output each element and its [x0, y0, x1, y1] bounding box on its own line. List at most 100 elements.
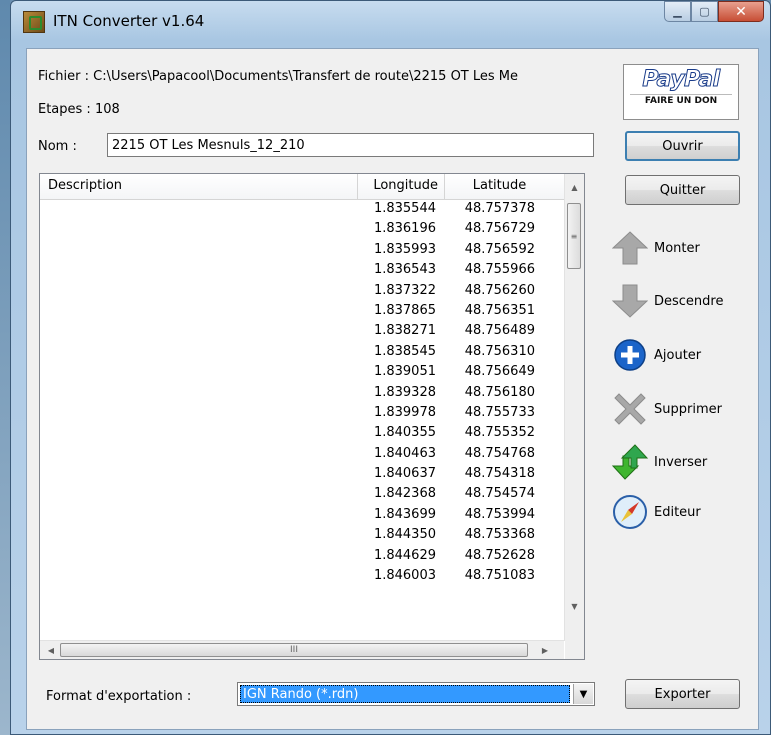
delete-x-icon	[610, 389, 650, 429]
chevron-down-icon[interactable]: ▼	[573, 684, 593, 704]
add-button[interactable]: Ajouter	[610, 332, 701, 378]
table-header: Description Longitude Latitude	[40, 174, 564, 200]
waypoint-table: Description Longitude Latitude 1.835544 4…	[39, 173, 585, 660]
up-arrow-icon	[610, 228, 650, 268]
row-longitude: 1.837865	[373, 302, 436, 318]
row-longitude: 1.842368	[373, 486, 436, 502]
row-latitude: 48.756351	[464, 302, 535, 318]
reverse-button[interactable]: Inverser	[610, 439, 707, 485]
row-longitude: 1.844350	[373, 527, 436, 543]
row-latitude: 48.753368	[464, 527, 535, 543]
add-label: Ajouter	[654, 347, 702, 363]
scroll-down-icon[interactable]: ▼	[565, 597, 584, 615]
export-button[interactable]: Exporter	[625, 679, 740, 709]
row-latitude: 48.756649	[464, 364, 535, 380]
row-longitude: 1.837322	[373, 282, 436, 298]
compass-icon	[610, 492, 650, 532]
reverse-arrows-icon	[610, 442, 650, 482]
vertical-scrollbar[interactable]: ▲ ≡ ▼	[564, 174, 584, 641]
row-latitude: 48.756489	[464, 323, 535, 339]
table-row[interactable]: 1.840463 48.754768	[40, 444, 564, 464]
scroll-corner	[565, 641, 584, 659]
move-up-button[interactable]: Monter	[610, 225, 700, 271]
row-latitude: 48.756310	[464, 343, 535, 359]
maximize-button[interactable]: ▢	[691, 1, 718, 22]
close-button[interactable]: ✕	[718, 1, 764, 22]
desktop-background	[0, 0, 10, 735]
table-row[interactable]: 1.837322 48.756260	[40, 281, 564, 301]
paypal-donate-button[interactable]: PayPal FAIRE UN DON	[623, 64, 739, 120]
move-down-label: Descendre	[654, 293, 724, 309]
scroll-up-icon[interactable]: ▲	[565, 178, 584, 196]
export-format-select[interactable]: IGN Rando (*.rdn) ▼	[237, 682, 595, 706]
table-body: 1.835544 48.757378 1.836196 48.756729 1.8359…	[40, 199, 564, 641]
row-latitude: 48.752628	[464, 547, 535, 563]
add-circle-icon	[610, 335, 650, 375]
title-bar[interactable]: ITN Converter v1.64 ▁ ▢ ✕	[11, 1, 770, 41]
open-button[interactable]: Ouvrir	[625, 131, 740, 161]
row-latitude: 48.754318	[464, 466, 535, 482]
delete-button[interactable]: Supprimer	[610, 386, 722, 432]
row-latitude: 48.755733	[464, 404, 535, 420]
delete-label: Supprimer	[654, 401, 722, 417]
quit-button[interactable]: Quitter	[625, 175, 740, 205]
name-label: Nom :	[38, 139, 77, 154]
file-path-label: Fichier : C:\Users\Papacool\Documents\Tr…	[38, 69, 519, 84]
editor-button[interactable]: Editeur	[610, 489, 701, 535]
minimize-button[interactable]: ▁	[664, 1, 691, 22]
row-longitude: 1.840355	[373, 425, 436, 441]
paypal-logo: PayPal	[642, 67, 721, 93]
row-longitude: 1.843699	[373, 506, 436, 522]
row-latitude: 48.757378	[464, 201, 535, 216]
row-latitude: 48.753994	[464, 506, 535, 522]
row-longitude: 1.838545	[373, 343, 436, 359]
row-longitude: 1.840637	[373, 466, 436, 482]
table-row[interactable]: 1.842368 48.754574	[40, 484, 564, 504]
table-row[interactable]: 1.844629 48.752628	[40, 546, 564, 566]
table-row[interactable]: 1.836196 48.756729	[40, 219, 564, 239]
reverse-label: Inverser	[654, 454, 708, 470]
column-header-description[interactable]: Description	[40, 174, 358, 199]
row-longitude: 1.836543	[373, 262, 436, 278]
app-window: ITN Converter v1.64 ▁ ▢ ✕ Fichier : C:\U…	[10, 0, 771, 735]
table-row[interactable]: 1.844350 48.753368	[40, 525, 564, 545]
client-area: Fichier : C:\Users\Papacool\Documents\Tr…	[26, 48, 759, 730]
app-icon	[23, 11, 45, 33]
table-row[interactable]: 1.840637 48.754318	[40, 464, 564, 484]
scroll-right-icon[interactable]: ▶	[536, 641, 554, 659]
row-latitude: 48.756180	[464, 384, 535, 400]
column-header-latitude[interactable]: Latitude	[445, 174, 564, 199]
vertical-scroll-thumb[interactable]: ≡	[567, 203, 581, 269]
table-row[interactable]: 1.843699 48.753994	[40, 505, 564, 525]
row-latitude: 48.756260	[464, 282, 535, 298]
table-row[interactable]: 1.835544 48.757378	[40, 199, 564, 219]
table-row[interactable]: 1.838271 48.756489	[40, 321, 564, 341]
table-row[interactable]: 1.836543 48.755966	[40, 260, 564, 280]
horizontal-scroll-thumb[interactable]: III	[60, 643, 528, 657]
table-row[interactable]: 1.839978 48.755733	[40, 403, 564, 423]
table-row[interactable]: 1.835993 48.756592	[40, 240, 564, 260]
row-latitude: 48.754574	[464, 486, 535, 502]
table-row[interactable]: 1.838545 48.756310	[40, 342, 564, 362]
scroll-left-icon[interactable]: ◀	[42, 641, 60, 659]
row-latitude: 48.754768	[464, 445, 535, 461]
table-row[interactable]: 1.846003 48.751083	[40, 566, 564, 586]
column-header-longitude[interactable]: Longitude	[358, 174, 445, 199]
minimize-icon: ▁	[673, 5, 682, 18]
row-longitude: 1.836196	[373, 221, 436, 237]
row-longitude: 1.846003	[373, 568, 436, 584]
horizontal-scrollbar[interactable]: ◀ III ▶	[40, 640, 564, 659]
maximize-icon: ▢	[699, 5, 710, 18]
export-format-value: IGN Rando (*.rdn)	[240, 685, 570, 703]
row-longitude: 1.840463	[373, 445, 436, 461]
table-row[interactable]: 1.837865 48.756351	[40, 301, 564, 321]
move-down-button[interactable]: Descendre	[610, 278, 723, 324]
export-format-label: Format d'exportation :	[46, 689, 192, 704]
row-longitude: 1.835544	[373, 201, 436, 216]
row-longitude: 1.838271	[373, 323, 436, 339]
table-row[interactable]: 1.839328 48.756180	[40, 383, 564, 403]
table-row[interactable]: 1.839051 48.756649	[40, 362, 564, 382]
row-longitude: 1.835993	[373, 241, 436, 257]
table-row[interactable]: 1.840355 48.755352	[40, 423, 564, 443]
name-input[interactable]	[107, 133, 594, 157]
